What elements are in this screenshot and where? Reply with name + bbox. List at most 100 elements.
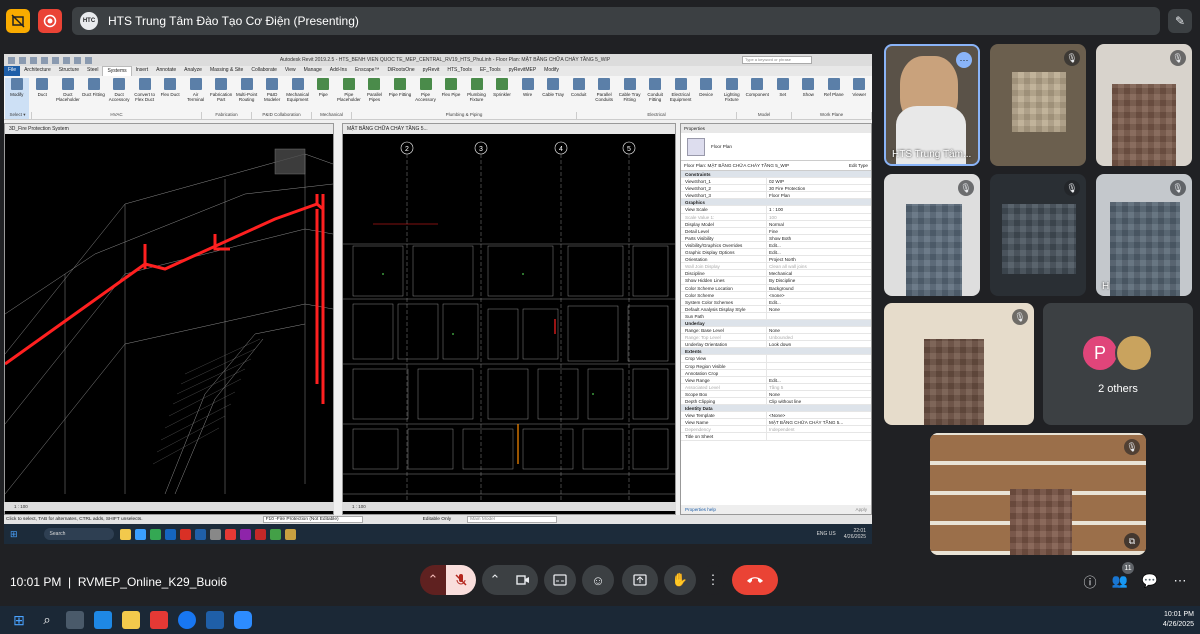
property-value[interactable]: Normal — [767, 221, 871, 227]
facebook-icon[interactable] — [178, 611, 196, 629]
properties-row[interactable]: Wall Join Display Clean all wall joins — [681, 263, 871, 271]
app-icon[interactable] — [209, 528, 221, 540]
view-floor-plan-control-bar[interactable]: 1 : 100 — [342, 502, 676, 511]
editable-only-toggle[interactable]: Editable Only — [423, 517, 452, 522]
task-view-icon[interactable] — [66, 611, 84, 629]
pdf-icon[interactable] — [179, 528, 191, 540]
properties-row[interactable]: Underlay Orientation Look down — [681, 341, 871, 349]
properties-row[interactable]: Depth Clipping Clip without line — [681, 398, 871, 406]
end-call-button[interactable] — [732, 565, 778, 595]
properties-row[interactable]: Scale Value 1: 100 — [681, 213, 871, 221]
raise-hand-button[interactable]: ✋ — [664, 565, 696, 595]
property-value[interactable]: Edit... — [767, 249, 871, 255]
participant-tile[interactable]: 🎙 H — [1096, 174, 1192, 296]
ribbon-tab[interactable]: Manage — [300, 66, 326, 76]
camera-button[interactable] — [508, 565, 538, 595]
audio-options-chevron-icon[interactable]: ⌃ — [420, 565, 446, 595]
ribbon-tab[interactable]: Analyze — [180, 66, 206, 76]
property-value[interactable]: Project North — [767, 256, 871, 262]
annotate-pen-icon[interactable]: ✎ — [1168, 9, 1192, 33]
ribbon-tab[interactable]: EF_Tools — [476, 66, 505, 76]
ribbon-tab[interactable]: pyRevitMEP — [505, 66, 541, 76]
acrobat-icon[interactable] — [254, 528, 266, 540]
recording-icon[interactable] — [38, 9, 62, 33]
ribbon-tab[interactable]: pyRevit — [419, 66, 444, 76]
mic-off-button[interactable] — [446, 565, 476, 595]
windows-start-icon[interactable]: ⊞ — [10, 611, 28, 629]
property-value[interactable]: Unbounded — [767, 334, 871, 340]
file-explorer-icon[interactable] — [122, 611, 140, 629]
property-value[interactable]: None — [767, 306, 871, 312]
properties-row[interactable]: Default Analysis Display Style None — [681, 305, 871, 313]
participant-tile[interactable]: 🎙 — [884, 303, 1034, 425]
view-3d-fire-protection[interactable]: 3D_Fire Protection System — [4, 123, 334, 515]
properties-section[interactable]: Graphics — [681, 199, 871, 207]
view-3d-tab[interactable]: 3D_Fire Protection System — [5, 124, 333, 134]
pin-icon[interactable]: ⧉ — [1124, 533, 1140, 549]
properties-row[interactable]: ViewShort_1 02 WIP — [681, 178, 871, 186]
properties-row[interactable]: Crop View — [681, 355, 871, 363]
participant-tile[interactable]: 🎙 — [990, 44, 1086, 166]
video-options-chevron-icon[interactable]: ⌃ — [482, 565, 508, 595]
edit-type-button[interactable]: Edit Type — [849, 163, 871, 168]
onenote-icon[interactable] — [239, 528, 251, 540]
ribbon-tab[interactable]: Enscape™ — [351, 66, 383, 76]
properties-row[interactable]: Parts Visibility Show Both — [681, 234, 871, 242]
properties-row[interactable]: Color Scheme Location Background — [681, 284, 871, 292]
properties-row[interactable]: Sun Path — [681, 312, 871, 320]
properties-row[interactable]: Color Scheme <none> — [681, 291, 871, 299]
properties-row[interactable]: Dependency Independent — [681, 426, 871, 434]
others-tile[interactable]: P 2 others — [1043, 303, 1193, 425]
properties-row[interactable]: Visibility/Graphics Overrides Edit... — [681, 241, 871, 250]
property-value[interactable]: 1 : 100 — [767, 206, 871, 212]
present-screen-button[interactable] — [622, 565, 658, 595]
property-value[interactable]: Fine — [767, 228, 871, 234]
properties-selector[interactable]: Floor Plan: MẶT BẰNG CHỮA CHÁY TẦNG 5_WI… — [681, 161, 871, 171]
properties-row[interactable]: Display Model Normal — [681, 220, 871, 228]
property-value[interactable]: Mechanical — [767, 270, 871, 276]
ribbon-tab[interactable]: Collaborate — [247, 66, 281, 76]
ribbon-tab[interactable]: HTS_Tools — [443, 66, 475, 76]
properties-row[interactable]: View Scale 1 : 100 — [681, 206, 871, 214]
app-icon-2[interactable] — [224, 528, 236, 540]
view-3d-canvas[interactable] — [4, 134, 334, 504]
properties-row[interactable]: Annotation Crop — [681, 369, 871, 377]
property-value[interactable]: By Discipline — [767, 277, 871, 283]
remote-lang[interactable]: ENG US — [817, 531, 836, 537]
properties-help-link[interactable]: Properties help — [685, 505, 716, 514]
property-value[interactable]: None — [767, 327, 871, 333]
property-value[interactable] — [767, 363, 871, 369]
stop-presenting-icon[interactable] — [6, 9, 30, 33]
view-floor-plan-tab[interactable]: MẶT BẰNG CHỮA CHÁY TẦNG 5... — [343, 124, 675, 134]
property-value[interactable]: Clean all wall joins — [767, 263, 871, 269]
activities-icon[interactable]: ⋯ — [1170, 571, 1190, 591]
property-value[interactable]: None — [767, 391, 871, 397]
property-value[interactable]: Clip without line — [767, 398, 871, 404]
property-value[interactable]: Edit... — [767, 242, 871, 248]
property-value[interactable] — [767, 355, 871, 361]
property-value[interactable]: Independent — [767, 426, 871, 432]
view-floor-plan[interactable]: MẶT BẰNG CHỮA CHÁY TẦNG 5... 2 3 4 5 — [342, 123, 676, 515]
ribbon-tab[interactable]: DiRootsOne — [383, 66, 418, 76]
search-icon[interactable]: ⌕ — [38, 611, 56, 629]
property-value[interactable]: Show Both — [767, 235, 871, 241]
participant-tile[interactable]: 🎙 — [884, 174, 980, 296]
property-value[interactable]: 100 — [767, 214, 871, 220]
captions-button[interactable] — [544, 565, 576, 595]
participant-tile-presenter[interactable]: ⋯ HTS Trung Tâm... — [884, 44, 980, 166]
floor-plan-canvas[interactable]: 2 3 4 5 — [343, 134, 675, 504]
properties-row[interactable]: Associated Level Tầng 5 — [681, 383, 871, 391]
properties-row[interactable]: Title on Sheet — [681, 433, 871, 441]
property-value[interactable]: Background — [767, 285, 871, 291]
ribbon-tab[interactable]: Structure — [55, 66, 83, 76]
participant-tile-self[interactable]: 🎙 ⧉ — [930, 433, 1146, 555]
property-value[interactable]: Tầng 5 — [767, 384, 871, 390]
properties-row[interactable]: Range: Top Level Unbounded — [681, 334, 871, 342]
ribbon-tab[interactable]: Massing & Site — [206, 66, 247, 76]
properties-row[interactable]: Graphic Display Options Edit... — [681, 249, 871, 257]
properties-section[interactable]: Extents — [681, 348, 871, 356]
properties-row[interactable]: Show Hidden Lines By Discipline — [681, 277, 871, 285]
properties-row[interactable]: ViewShort_2 30 Fire Protection — [681, 185, 871, 193]
edge-icon[interactable] — [94, 611, 112, 629]
explorer-icon[interactable] — [119, 528, 131, 540]
